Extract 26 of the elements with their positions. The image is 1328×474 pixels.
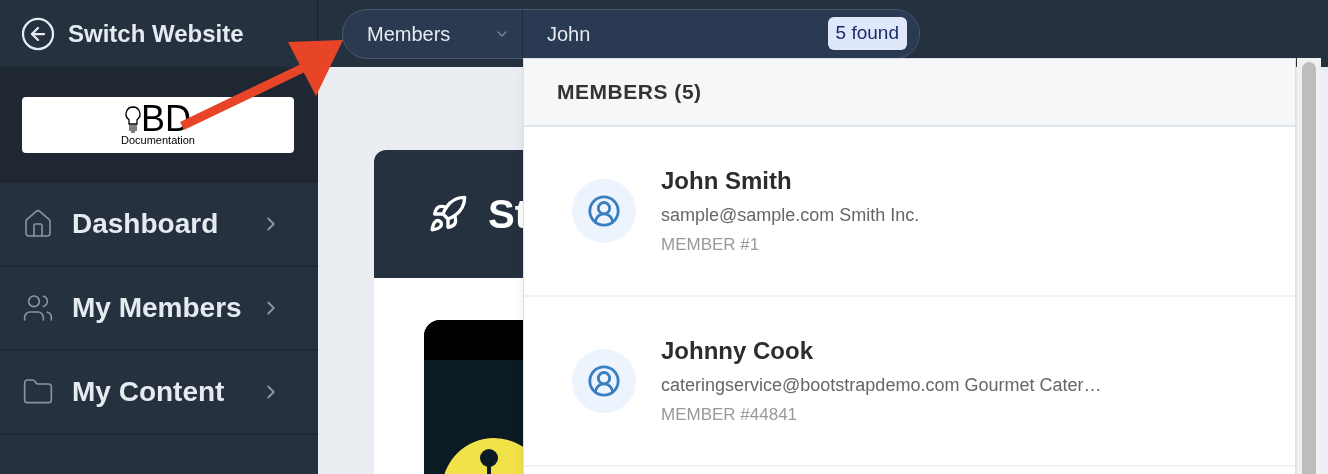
member-result[interactable]: John Smith sample@sample.com Smith Inc. MEMBER #1 <box>524 127 1295 297</box>
results-heading: MEMBERS (5) <box>557 79 702 106</box>
member-number: MEMBER #44841 <box>661 404 799 426</box>
sidebar-label: Dashboard <box>72 207 220 241</box>
lightbulb-icon <box>125 105 141 134</box>
search-input[interactable]: John <box>547 18 828 49</box>
user-icon <box>587 364 621 398</box>
sidebar-item[interactable]: My Members <box>0 267 318 351</box>
found-count: 5 found <box>827 17 907 50</box>
sidebar-item[interactable]: Dashboard <box>0 183 318 267</box>
logo-caption: Documentation <box>121 133 195 147</box>
people-icon <box>22 292 54 324</box>
rocket-icon <box>428 194 468 234</box>
sidebar-label: My Members <box>72 291 243 325</box>
house-icon <box>22 208 54 240</box>
member-details: cateringservice@bootstrapdemo.com Gourmet Cater… <box>661 374 1102 397</box>
sidebar-label: My Content <box>72 375 226 409</box>
member-details: sample@sample.com Smith Inc. <box>661 204 920 227</box>
user-icon <box>587 194 621 228</box>
member-result[interactable]: Johnny Cook cateringservice@bootstrapdemo.com Gourmet Cater… MEMBER #44841 <box>524 297 1295 467</box>
member-name: John Smith <box>661 166 793 196</box>
scrollbar-thumb[interactable] <box>1302 62 1316 474</box>
member-number: MEMBER #1 <box>661 234 761 256</box>
switch-website-button[interactable]: Switch Website <box>20 15 244 52</box>
sidebar-item[interactable]: My Content <box>0 351 318 435</box>
member-name: Johnny Cook <box>661 336 814 366</box>
